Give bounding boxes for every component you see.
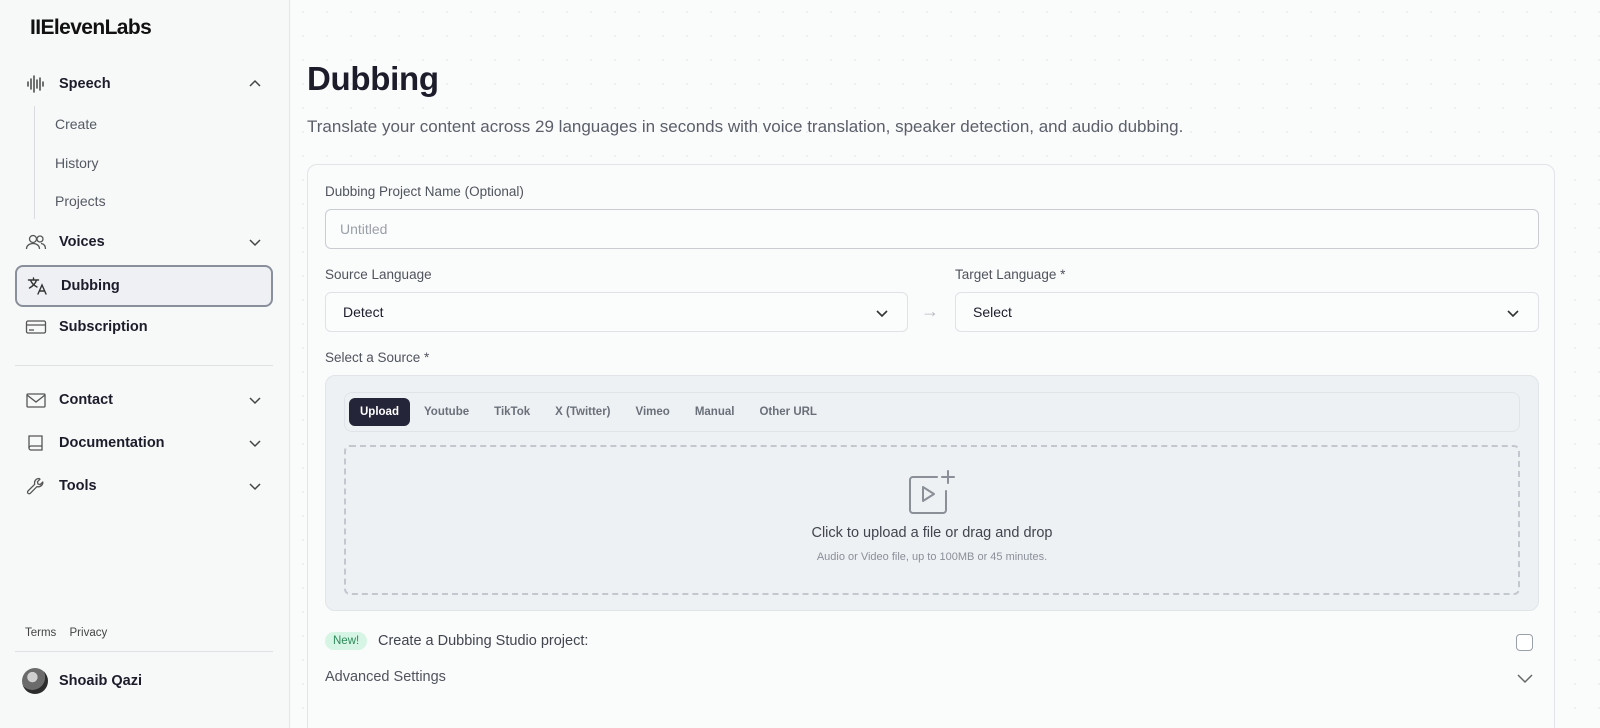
dropzone-title: Click to upload a file or drag and drop	[811, 525, 1053, 541]
main-content: Dubbing Translate your content across 29…	[291, 0, 1600, 728]
sidebar-divider	[15, 365, 273, 366]
source-panel: Upload Youtube TikTok X (Twitter) Vimeo …	[325, 375, 1539, 611]
tab-other-url[interactable]: Other URL	[748, 398, 828, 426]
sidebar-divider	[15, 651, 273, 652]
footer-links: Terms Privacy	[25, 627, 117, 639]
brand-logo[interactable]: IIElevenLabs	[30, 16, 152, 40]
chevron-down-icon	[1507, 310, 1519, 318]
user-name: Shoaib Qazi	[59, 673, 142, 689]
advanced-settings-toggle[interactable]: Advanced Settings	[325, 669, 446, 685]
target-language-label: Target Language *	[955, 267, 1066, 282]
credit-card-icon	[25, 316, 47, 338]
sidebar-item-label: Contact	[59, 392, 113, 408]
sidebar-subitem-projects[interactable]: Projects	[55, 193, 106, 209]
sidebar-item-label: Subscription	[59, 319, 148, 335]
sidebar-item-speech[interactable]: Speech	[15, 64, 273, 104]
dubbing-form-card: Dubbing Project Name (Optional) Source L…	[307, 164, 1555, 728]
chevron-down-icon	[876, 310, 888, 318]
privacy-link[interactable]: Privacy	[70, 627, 108, 639]
sidebar-item-voices[interactable]: Voices	[15, 222, 273, 262]
sidebar-subitem-history[interactable]: History	[55, 155, 99, 171]
tab-x-twitter[interactable]: X (Twitter)	[544, 398, 621, 426]
target-language-value: Select	[973, 304, 1012, 320]
video-add-icon	[909, 470, 955, 514]
tab-vimeo[interactable]: Vimeo	[625, 398, 681, 426]
source-language-value: Detect	[343, 304, 384, 320]
chevron-down-icon[interactable]	[247, 435, 263, 451]
terms-link[interactable]: Terms	[25, 627, 56, 639]
page-title: Dubbing	[307, 60, 439, 97]
chevron-down-icon[interactable]	[1515, 668, 1535, 688]
arrow-right-icon: →	[921, 301, 939, 321]
new-badge: New!	[325, 632, 368, 650]
avatar	[22, 668, 48, 694]
sidebar-item-label: Documentation	[59, 435, 165, 451]
sidebar-item-subscription[interactable]: Subscription	[15, 307, 273, 347]
dropzone-subtitle: Audio or Video file, up to 100MB or 45 m…	[816, 551, 1048, 563]
book-icon	[25, 432, 47, 454]
project-name-input[interactable]	[325, 209, 1539, 249]
source-tabs: Upload Youtube TikTok X (Twitter) Vimeo …	[344, 392, 1520, 432]
sidebar-item-dubbing[interactable]: Dubbing	[15, 265, 273, 307]
sidebar-item-contact[interactable]: Contact	[15, 380, 273, 420]
upload-dropzone[interactable]: Click to upload a file or drag and drop …	[344, 445, 1520, 595]
sidebar-item-documentation[interactable]: Documentation	[15, 423, 273, 463]
sidebar-subitem-create[interactable]: Create	[55, 116, 97, 132]
target-language-select[interactable]: Select	[955, 292, 1539, 332]
page-subtitle: Translate your content across 29 languag…	[307, 117, 1184, 136]
sidebar-item-label: Dubbing	[61, 278, 120, 294]
sidebar-item-label: Speech	[59, 76, 111, 92]
source-language-select[interactable]: Detect	[325, 292, 908, 332]
wrench-icon	[25, 475, 47, 497]
user-menu[interactable]: Shoaib Qazi	[22, 668, 142, 694]
tab-tiktok[interactable]: TikTok	[483, 398, 541, 426]
waveform-icon	[25, 73, 47, 95]
studio-project-label: Create a Dubbing Studio project:	[378, 633, 589, 649]
mail-icon	[25, 389, 47, 411]
source-label: Select a Source *	[325, 350, 430, 365]
users-icon	[25, 231, 47, 253]
sidebar-item-tools[interactable]: Tools	[15, 466, 273, 506]
project-name-label: Dubbing Project Name (Optional)	[325, 184, 524, 199]
chevron-down-icon[interactable]	[247, 234, 263, 250]
tab-manual[interactable]: Manual	[684, 398, 746, 426]
sub-nav-line	[34, 106, 35, 219]
sidebar: IIElevenLabs Speech Create History Proje…	[0, 0, 290, 728]
tab-youtube[interactable]: Youtube	[413, 398, 480, 426]
sidebar-item-label: Tools	[59, 478, 97, 494]
source-language-label: Source Language	[325, 267, 432, 282]
tab-upload[interactable]: Upload	[349, 398, 410, 426]
chevron-up-icon[interactable]	[247, 76, 263, 92]
chevron-down-icon[interactable]	[247, 478, 263, 494]
translate-icon	[27, 275, 49, 297]
studio-project-checkbox[interactable]	[1516, 634, 1533, 651]
chevron-down-icon[interactable]	[247, 392, 263, 408]
sidebar-item-label: Voices	[59, 234, 105, 250]
